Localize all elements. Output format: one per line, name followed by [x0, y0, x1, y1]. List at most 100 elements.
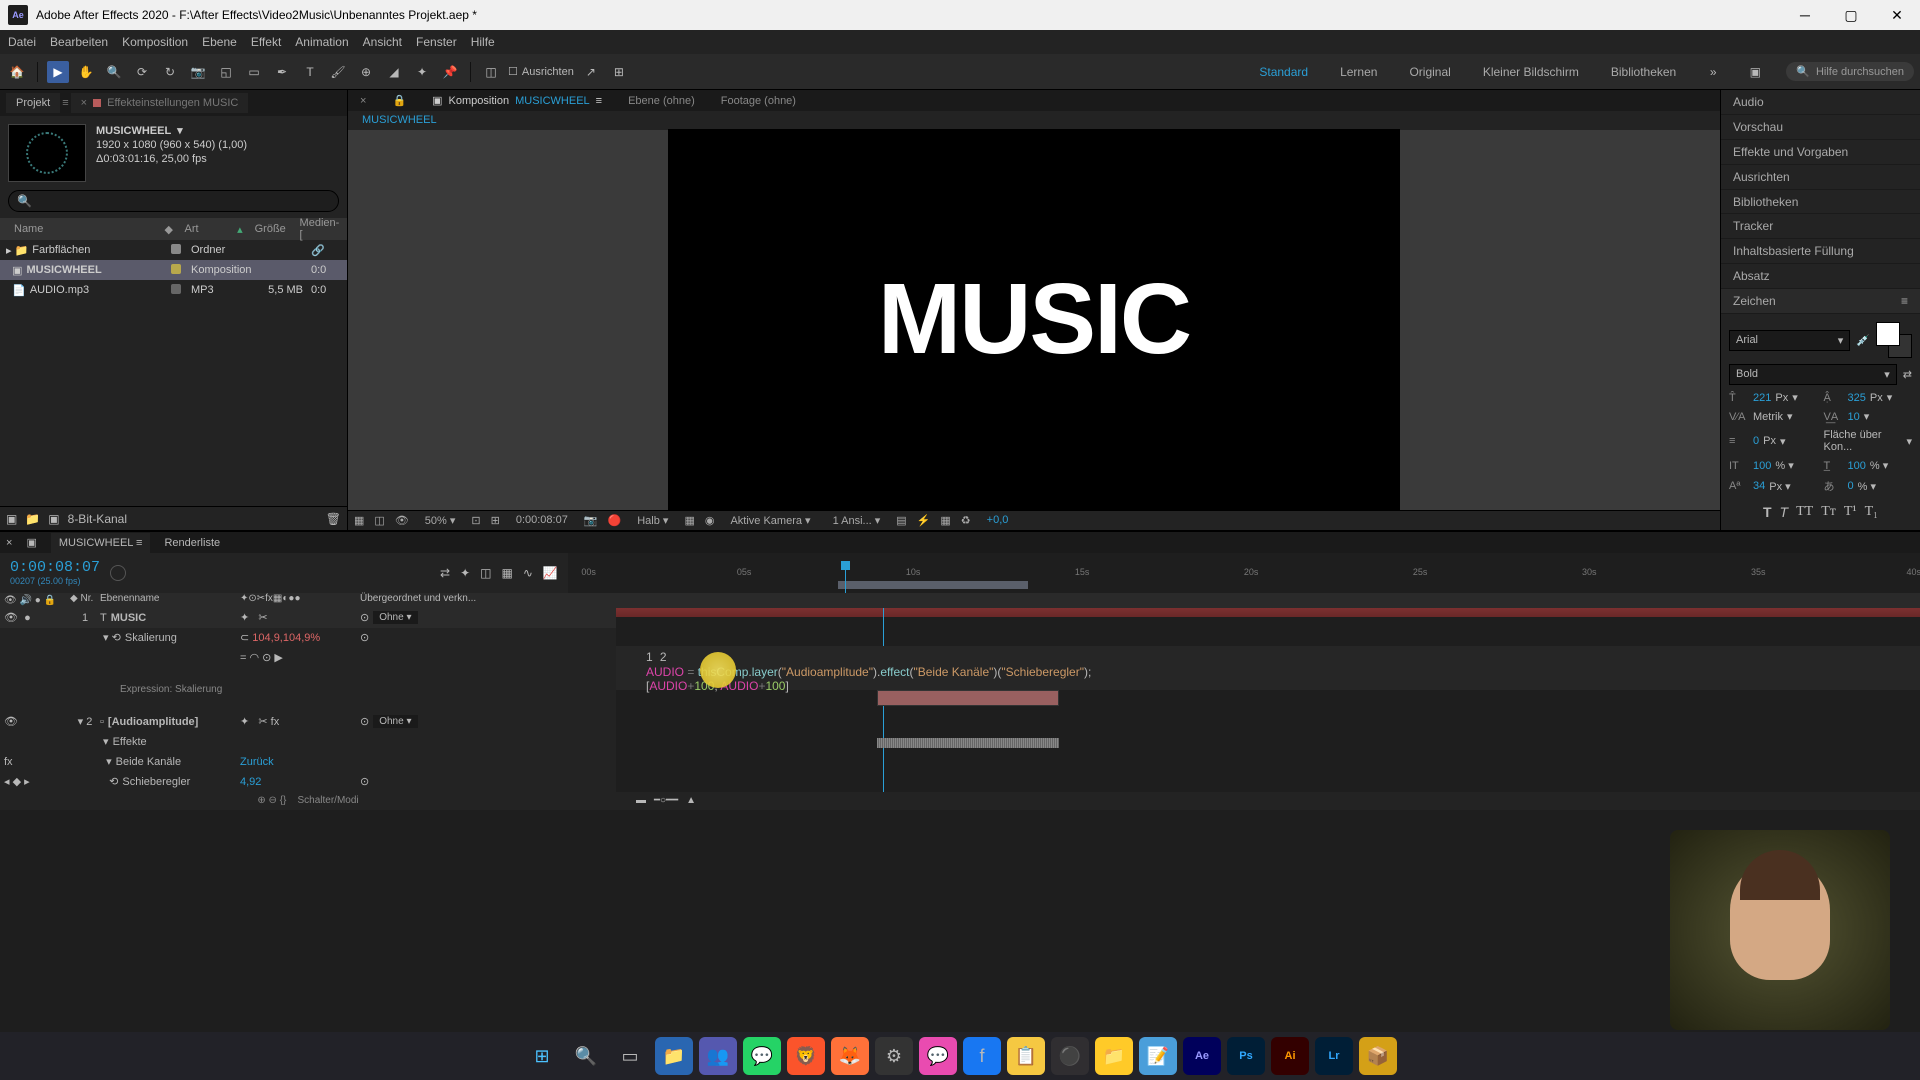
new-folder-icon[interactable]: 📁 [25, 512, 40, 526]
align-checkbox[interactable]: ☐ Ausrichten [508, 65, 574, 78]
res-dropdown[interactable]: Halb ▾ [631, 512, 674, 529]
project-search[interactable]: 🔍 [8, 190, 339, 212]
project-item-audio[interactable]: 📄 AUDIO.mp3 MP3 5,5 MB0:0 [0, 280, 347, 300]
menu-ansicht[interactable]: Ansicht [363, 35, 402, 49]
tab-projekt[interactable]: Projekt [6, 93, 60, 113]
taskview-button[interactable]: ▭ [611, 1037, 649, 1075]
flowchart-icon[interactable]: ♻ [961, 514, 971, 527]
views-dropdown[interactable]: 1 Ansi... ▾ [827, 512, 887, 529]
tracking-input[interactable]: 10 [1848, 411, 1860, 423]
prop-skalierung[interactable]: ▾ ⟲ Skalierung ⊂ 104,9,104,9% ⊙ [0, 628, 616, 648]
menu-fenster[interactable]: Fenster [416, 35, 457, 49]
snap-opts-icon[interactable]: ↗ [580, 61, 602, 83]
kerning-dropdown[interactable]: Metrik [1753, 411, 1783, 423]
maximize-button[interactable]: ▢ [1828, 0, 1874, 30]
hscale-input[interactable]: 100 [1848, 460, 1866, 472]
prop-schieberegler[interactable]: ◂ ◆ ▸ ⟲ Schieberegler 4,92 ⊙ [0, 772, 616, 792]
zoom-in-icon[interactable]: ▲ [686, 795, 696, 806]
tab-ebene[interactable]: Ebene (ohne) [622, 91, 701, 111]
tab-komposition[interactable]: ▣ Komposition MUSICWHEEL ≡ [426, 90, 608, 111]
fill-stroke-swatch[interactable] [1876, 322, 1912, 358]
transparent-icon[interactable]: ▦ [684, 514, 694, 527]
app-facebook[interactable]: f [963, 1037, 1001, 1075]
comp-lock-icon[interactable]: 🔒 [386, 90, 412, 111]
menu-ebene[interactable]: Ebene [202, 35, 237, 49]
app-generic3[interactable]: 📦 [1359, 1037, 1397, 1075]
panel-bibliotheken[interactable]: Bibliotheken [1721, 190, 1920, 215]
trash-icon[interactable]: 🗑 [326, 512, 341, 526]
panel-tracker[interactable]: Tracker [1721, 214, 1920, 239]
snap-grid-icon[interactable]: ⊞ [608, 61, 630, 83]
app-generic1[interactable]: ⚙ [875, 1037, 913, 1075]
layer-bar-music[interactable] [616, 608, 1920, 617]
shy-icon[interactable]: ◫ [480, 566, 491, 580]
italic-button[interactable]: T [1780, 504, 1789, 522]
snap-toggle[interactable]: ◫ [480, 61, 502, 83]
menu-komposition[interactable]: Komposition [122, 35, 188, 49]
subscript-button[interactable]: T₁ [1865, 504, 1878, 522]
alpha-icon[interactable]: ▦ [354, 514, 364, 527]
project-item-comp[interactable]: ▣ MUSICWHEEL Komposition 0:0 [0, 260, 347, 280]
menu-datei[interactable]: Datei [8, 35, 36, 49]
swap-colors-icon[interactable]: ⇄ [1903, 368, 1912, 381]
tsume-input[interactable]: 0 [1848, 480, 1854, 492]
hand-tool[interactable]: ✋ [75, 61, 97, 83]
workspace-klein[interactable]: Kleiner Bildschirm [1477, 61, 1585, 83]
timeline-icon[interactable]: ▦ [940, 514, 950, 527]
comp-close-icon[interactable]: × [354, 91, 372, 111]
toggle-switches-icon[interactable]: ⊕ [257, 795, 265, 806]
pixel-aspect-icon[interactable]: ▤ [896, 514, 906, 527]
panel-audio[interactable]: Audio [1721, 90, 1920, 115]
motion-blur-icon[interactable]: ∿ [523, 566, 533, 580]
clone-tool[interactable]: ⊕ [355, 61, 377, 83]
mask-icon[interactable]: 👁 [395, 514, 409, 527]
app-whatsapp[interactable]: 💬 [743, 1037, 781, 1075]
roi-icon[interactable]: ⊡ [471, 514, 480, 527]
graph-editor-icon[interactable]: 📈 [543, 566, 558, 580]
workspace-lernen[interactable]: Lernen [1334, 61, 1383, 83]
zoom-tool[interactable]: 🔍 [103, 61, 125, 83]
menu-effekt[interactable]: Effekt [251, 35, 281, 49]
tab-timeline-comp[interactable]: MUSICWHEEL ≡ [51, 533, 151, 553]
camera-dropdown[interactable]: Aktive Kamera ▾ [724, 512, 816, 529]
snapshot-icon[interactable]: 📷 [584, 514, 598, 527]
fast-preview-icon[interactable]: ⚡ [917, 514, 931, 527]
panel-effekte[interactable]: Effekte und Vorgaben [1721, 140, 1920, 165]
stroke-input[interactable]: 0 [1753, 435, 1759, 447]
timecode-display[interactable]: 0:00:08:07 [510, 512, 574, 528]
prop-effekte[interactable]: ▾ Effekte [0, 732, 616, 752]
layer-audioamplitude[interactable]: 👁 ▾ 2 ▫ [Audioamplitude] ✦ ✂ fx ⊙ Ohne ▾ [0, 712, 616, 732]
app-firefox[interactable]: 🦊 [831, 1037, 869, 1075]
smallcaps-button[interactable]: Tᴛ [1821, 504, 1836, 522]
selection-tool[interactable]: ▶ [47, 61, 69, 83]
app-obs[interactable]: ⚫ [1051, 1037, 1089, 1075]
tl-close-icon[interactable]: × [6, 537, 12, 549]
time-ruler[interactable]: 00s 05s 10s 15s 20s 25s 30s 35s 40s [568, 553, 1920, 593]
current-time[interactable]: 0:00:08:07 [10, 559, 90, 576]
zoom-slider[interactable]: ━○━━ [654, 795, 678, 806]
zoom-dropdown[interactable]: 50% ▾ [419, 512, 462, 529]
allcaps-button[interactable]: TT [1796, 504, 1813, 522]
panel-absatz[interactable]: Absatz [1721, 264, 1920, 289]
switches-modes-label[interactable]: Schalter/Modi [298, 795, 359, 806]
app-messenger[interactable]: 💬 [919, 1037, 957, 1075]
brush-tool[interactable]: 🖌 [327, 61, 349, 83]
help-search[interactable]: 🔍 Hilfe durchsuchen [1786, 62, 1914, 81]
type-tool[interactable]: T [299, 61, 321, 83]
layer-bar-waveform[interactable] [877, 738, 1060, 748]
panel-inhaltsbasiert[interactable]: Inhaltsbasierte Füllung [1721, 239, 1920, 264]
pen-tool[interactable]: ✒ [271, 61, 293, 83]
channels-icon[interactable]: 🔴 [608, 514, 622, 527]
app-lightroom[interactable]: Lr [1315, 1037, 1353, 1075]
search-button[interactable]: 🔍 [567, 1037, 605, 1075]
font-family-dropdown[interactable]: Arial▾ [1729, 330, 1850, 351]
comp-breadcrumb[interactable]: MUSICWHEEL [348, 111, 1720, 130]
minimize-button[interactable]: ─ [1782, 0, 1828, 30]
app-illustrator[interactable]: Ai [1271, 1037, 1309, 1075]
timeline-search[interactable] [100, 553, 440, 593]
fill-over-stroke-dropdown[interactable]: Fläche über Kon... [1824, 429, 1903, 453]
home-button[interactable]: 🏠 [6, 61, 28, 83]
app-notepad[interactable]: 📝 [1139, 1037, 1177, 1075]
app-photoshop[interactable]: Ps [1227, 1037, 1265, 1075]
font-weight-dropdown[interactable]: Bold▾ [1729, 364, 1897, 385]
